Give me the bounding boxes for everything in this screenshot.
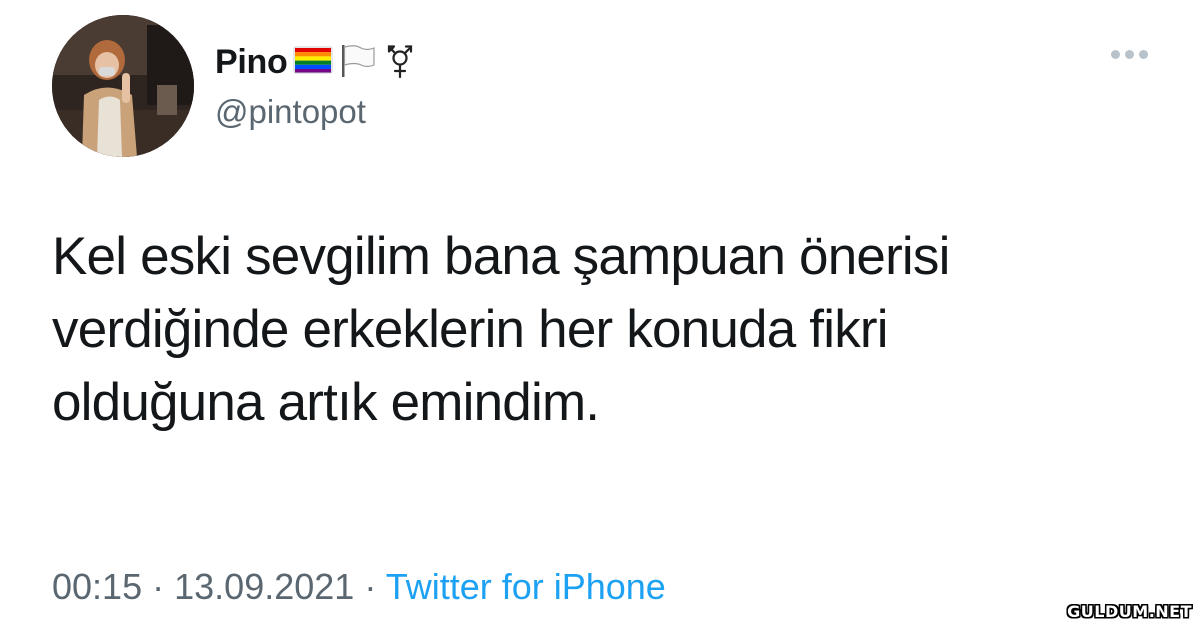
display-name-text: Pino — [215, 43, 288, 81]
transgender-symbol-icon — [383, 41, 417, 84]
tweet-card: Pino @pintopot Kel eski sevgilim bana şa… — [0, 0, 1200, 625]
tweet-text: Kel eski sevgilim bana şampuan önerisi v… — [52, 220, 1132, 439]
tweet-text-line: olduğuna artık emindim. — [52, 373, 600, 432]
avatar[interactable] — [52, 15, 194, 157]
more-dot — [1139, 50, 1148, 59]
more-dot — [1125, 50, 1134, 59]
avatar-photo — [52, 15, 194, 157]
more-options-icon[interactable] — [1111, 50, 1148, 59]
watermark: GULDUM.NET — [1067, 602, 1192, 621]
tweet-text-line: verdiğinde erkeklerin her konuda fikri — [52, 300, 889, 359]
rainbow-flag-icon — [293, 45, 333, 80]
tweet-meta: 00:15 · 13.09.2021 · Twitter for iPhone — [52, 565, 666, 609]
meta-separator: · — [152, 566, 165, 607]
display-name[interactable]: Pino — [215, 40, 417, 84]
more-dot — [1111, 50, 1120, 59]
white-flag-icon — [339, 41, 377, 84]
tweet-text-line: Kel eski sevgilim bana şampuan önerisi — [52, 227, 950, 286]
tweet-source-link[interactable]: Twitter for iPhone — [386, 566, 666, 607]
tweet-time[interactable]: 00:15 — [52, 566, 142, 607]
tweet-date[interactable]: 13.09.2021 — [174, 566, 354, 607]
user-handle[interactable]: @pintopot — [215, 92, 366, 132]
meta-separator: · — [364, 566, 377, 607]
